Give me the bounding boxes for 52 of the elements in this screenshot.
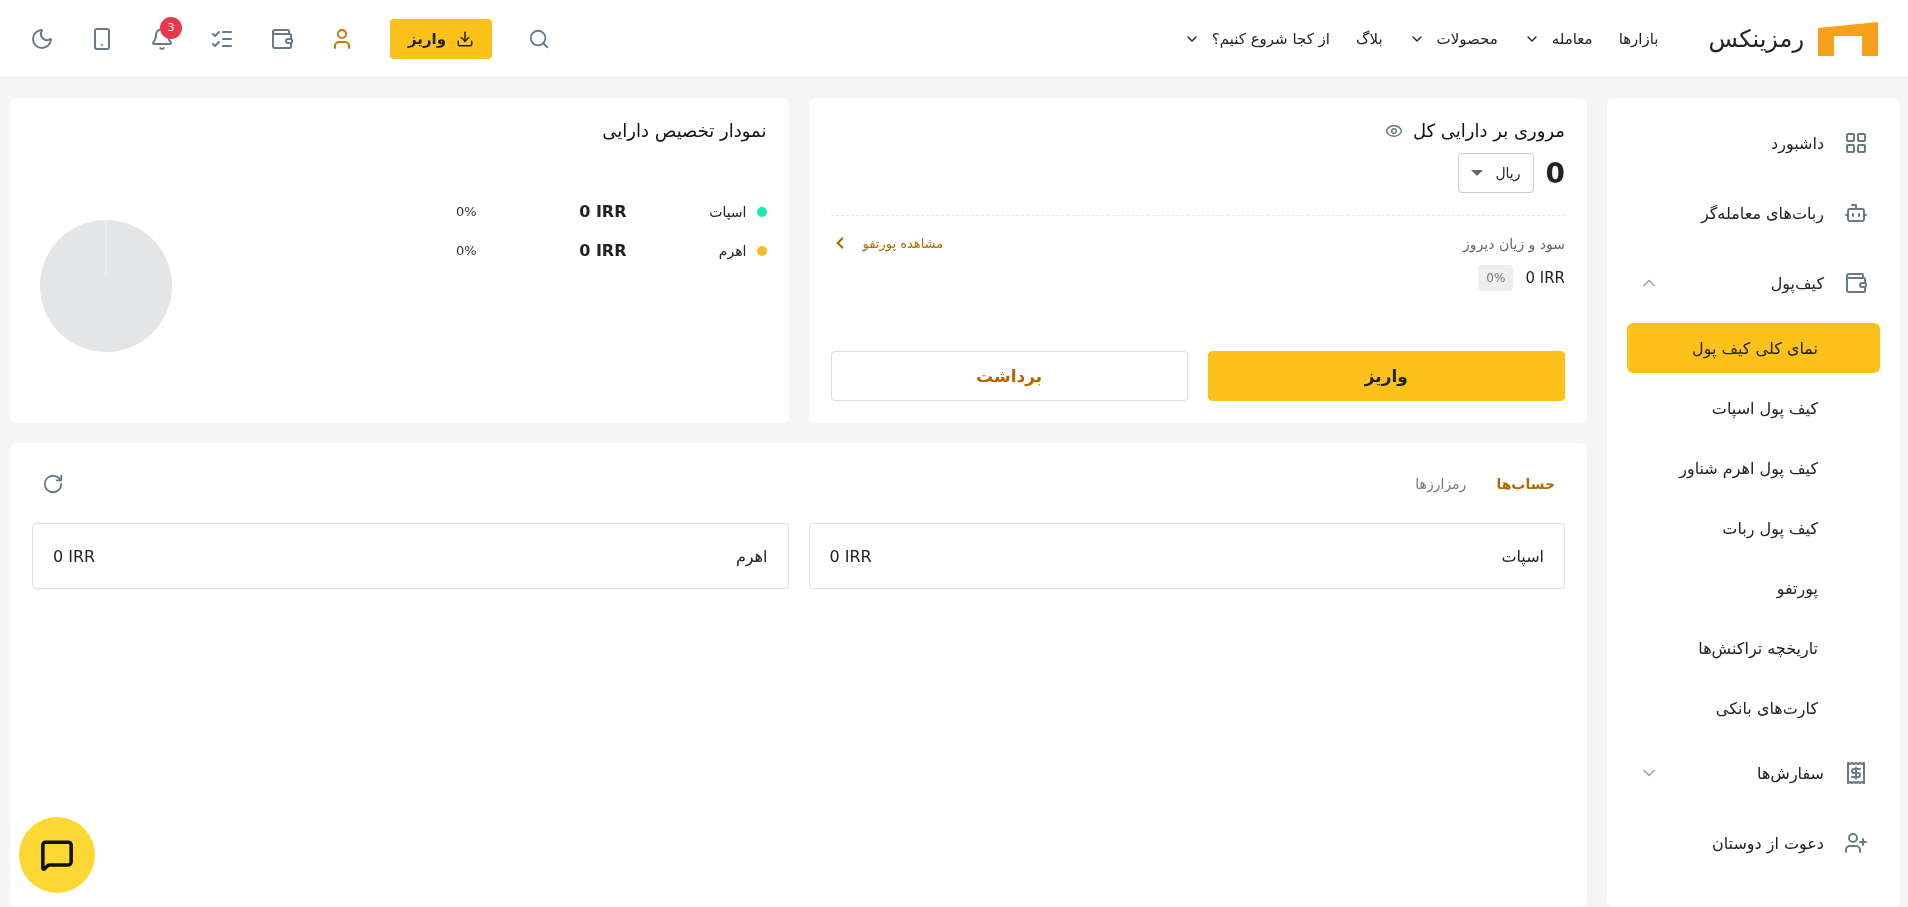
logo-text[interactable]: رمزینکس (1708, 24, 1804, 53)
tab[interactable]: رمزارزها (1415, 476, 1467, 492)
sidebar-subitem[interactable]: نمای کلی کیف پول (1627, 323, 1880, 373)
account-name: اسپات (1501, 546, 1544, 566)
sidebar-item[interactable]: ربات‌های معامله‌گر (1627, 178, 1880, 248)
total-balance: 0 (1545, 156, 1565, 190)
sidebar-item[interactable]: سفارش‌ها (1627, 738, 1880, 808)
sidebar-subitem[interactable]: کیف پول اهرم شناور (1627, 443, 1880, 493)
nav-link[interactable]: بلاگ (1356, 29, 1383, 48)
nav-link[interactable]: بازارها (1618, 29, 1659, 48)
sidebar-item[interactable]: دعوت از دوستان (1627, 808, 1880, 878)
legend-amount: 0 IRR (578, 241, 627, 260)
legend-amount: 0 IRR (578, 202, 627, 221)
sidebar-subitem[interactable]: پورتفو (1627, 563, 1880, 613)
robot-icon (1844, 201, 1868, 225)
wallet-icon[interactable] (270, 26, 294, 51)
legend-percent: 0% (454, 204, 477, 219)
pnl-value: 0 IRR (1525, 269, 1565, 287)
withdraw-button[interactable]: برداشت (830, 351, 1188, 401)
legend-label: اهرم (717, 242, 747, 259)
wallet-icon (1844, 271, 1868, 295)
account-name: اهرم (735, 546, 768, 566)
currency-select[interactable]: ریال (1458, 153, 1534, 193)
card-title: نمودار تخصیص دارایی (601, 120, 767, 141)
card-title: مروری بر دارایی کل (1412, 120, 1565, 141)
nav-link[interactable]: محصولات (1408, 29, 1498, 48)
refresh-icon[interactable] (42, 473, 64, 495)
search-icon[interactable] (528, 27, 551, 50)
portfolio-link[interactable]: مشاهده پورتفو (830, 234, 944, 252)
nav-link[interactable]: معامله (1523, 29, 1593, 48)
deposit-button[interactable]: واریز (1207, 351, 1565, 401)
chat-icon (40, 838, 74, 872)
pnl-percent: 0% (1478, 265, 1514, 291)
sidebar-item[interactable]: داشبورد (1627, 108, 1880, 178)
sidebar-subitem[interactable]: کیف پول اسپات (1627, 383, 1880, 433)
pnl-label: سود و زیان دیروز (1463, 236, 1565, 252)
account-amount: 0 IRR (829, 546, 872, 566)
sidebar-subitem[interactable]: کارت‌های بانکی (1627, 683, 1880, 733)
invite-friends-icon (1844, 831, 1868, 855)
tab[interactable]: حساب‌ها (1496, 476, 1555, 492)
account-amount: 0 IRR (53, 546, 96, 566)
notification-badge: 3 (160, 16, 182, 39)
legend-label: اسپات (708, 203, 747, 220)
sidebar-subitem[interactable]: تاریخچه تراکنش‌ها (1627, 623, 1880, 673)
nav-link[interactable]: از کجا شروع کنیم؟ (1183, 29, 1331, 48)
sidebar-subitem[interactable]: کیف پول ربات (1627, 503, 1880, 553)
sidebar-item[interactable]: کیف‌پول (1627, 248, 1880, 318)
moon-icon[interactable] (30, 26, 54, 51)
deposit-button[interactable]: واریز (390, 18, 493, 59)
download-icon (456, 29, 475, 48)
dashboard-icon (1844, 131, 1868, 155)
legend-percent: 0% (454, 243, 477, 258)
